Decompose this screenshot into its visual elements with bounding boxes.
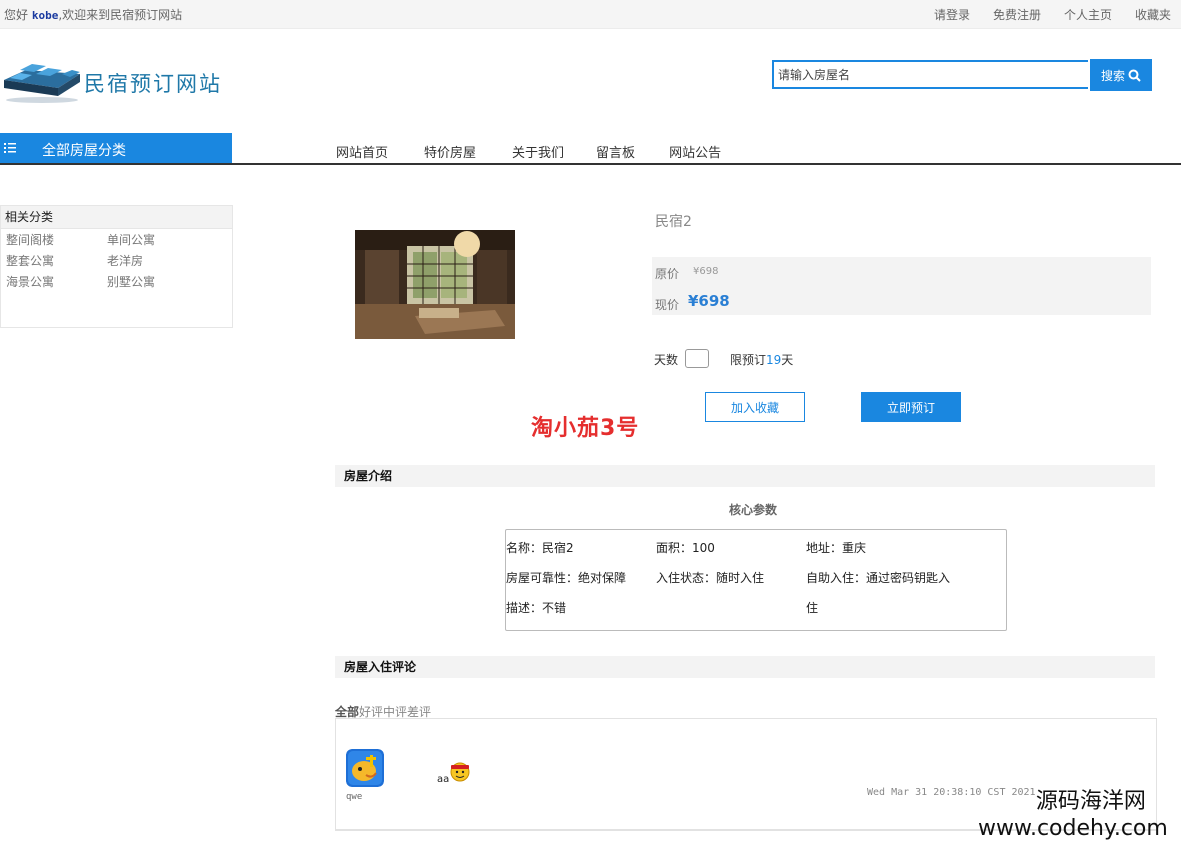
main-nav: 网站首页 特价房屋 关于我们 留言板 网站公告 [336, 142, 721, 161]
book-now-button[interactable]: 立即预订 [861, 392, 961, 422]
search-button-label: 搜索 [1100, 68, 1125, 83]
review-text: aa [437, 774, 450, 785]
param-status: 入住状态：随时入住 [656, 571, 765, 585]
related-categories: 相关分类 整间阁楼 单间公寓 整套公寓 老洋房 海景公寓 别墅公寓 [0, 205, 233, 328]
core-params-table: 名称：民宿2 面积：100 地址：重庆 房屋可靠性：绝对保障 入住状态：随时入住… [505, 529, 1007, 631]
greeting: 您好 kobe,欢迎来到民宿预订网站 [4, 6, 182, 23]
favorites-link[interactable]: 收藏夹 [1135, 6, 1171, 23]
filter-good[interactable]: 好评 [359, 705, 383, 719]
nav-divider [0, 163, 1181, 165]
category-link[interactable]: 海景公寓 [6, 273, 107, 290]
avatar[interactable] [346, 749, 384, 787]
filter-all[interactable]: 全部 [335, 705, 359, 719]
search-input[interactable] [772, 60, 1088, 89]
limit-suffix: 天 [781, 353, 794, 367]
user-avatar-icon [346, 749, 384, 787]
reviews-heading: 房屋入住评论 [335, 656, 1155, 678]
price-box: 原价 ¥698 现价 ¥698 [652, 257, 1151, 315]
category-link[interactable]: 整套公寓 [6, 252, 107, 269]
param-self-checkin-wrap: 住 [806, 601, 819, 615]
site-watermark: 源码海洋网 www.codehy.com [978, 788, 1168, 842]
room-interior-image [355, 230, 515, 339]
house-name: 民宿2 [655, 214, 692, 230]
register-link[interactable]: 免费注册 [993, 6, 1041, 23]
watermark-cn: 源码海洋网 [1035, 789, 1146, 814]
greeting-suffix: ,欢迎来到民宿预订网站 [58, 8, 183, 22]
house-intro-heading: 房屋介绍 [335, 465, 1155, 487]
watermark-en: www.codehy.com [978, 816, 1168, 841]
current-price: ¥698 [688, 292, 730, 310]
smiley-emoji-icon [450, 762, 470, 782]
search-icon [1128, 69, 1141, 82]
param-address: 地址：重庆 [806, 541, 867, 555]
original-price: ¥698 [693, 266, 719, 277]
filter-neutral[interactable]: 中评 [383, 705, 407, 719]
param-self-checkin: 自助入住：通过密码钥匙入 [806, 571, 951, 585]
all-categories-label: 全部房屋分类 [42, 143, 126, 159]
category-link[interactable]: 单间公寓 [107, 231, 207, 248]
nav-about[interactable]: 关于我们 [512, 142, 564, 161]
logo-blocks-icon [4, 64, 80, 103]
original-price-label: 原价 [655, 267, 680, 281]
profile-link[interactable]: 个人主页 [1064, 6, 1112, 23]
param-area: 面积：100 [656, 541, 715, 555]
category-link[interactable]: 整间阁楼 [6, 231, 107, 248]
login-link[interactable]: 请登录 [934, 6, 970, 23]
username: kobe [31, 9, 59, 22]
review-username: qwe [346, 792, 363, 802]
param-reliability: 房屋可靠性：绝对保障 [506, 571, 627, 585]
list-icon [4, 143, 16, 153]
category-link[interactable]: 别墅公寓 [107, 273, 207, 290]
overlay-watermark-text: 淘小茄3号 [531, 416, 640, 441]
filter-bad[interactable]: 差评 [407, 705, 431, 719]
nav-announcements[interactable]: 网站公告 [669, 142, 721, 161]
logo-text: 民宿预订网站 [84, 72, 222, 96]
category-link[interactable]: 老洋房 [107, 252, 207, 269]
top-links: 请登录 免费注册 个人主页 收藏夹 [934, 6, 1171, 23]
param-desc: 描述：不错 [506, 601, 567, 615]
nav-specials[interactable]: 特价房屋 [424, 142, 476, 161]
limit-days: 19 [766, 353, 782, 367]
nav-home[interactable]: 网站首页 [336, 142, 388, 161]
all-categories-bar[interactable]: 全部房屋分类 [0, 133, 232, 163]
days-label: 天数 [654, 353, 679, 367]
top-bar: 您好 kobe,欢迎来到民宿预订网站 请登录 免费注册 个人主页 收藏夹 [0, 0, 1181, 29]
param-name: 名称：民宿2 [506, 541, 574, 555]
search-button[interactable]: 搜索 [1090, 59, 1152, 91]
booking-limit: 限预订19天 [730, 351, 793, 368]
related-categories-title: 相关分类 [1, 206, 232, 229]
related-categories-list: 整间阁楼 单间公寓 整套公寓 老洋房 海景公寓 别墅公寓 [6, 231, 207, 290]
site-logo[interactable]: 民宿预订网站 [2, 58, 238, 106]
core-params-title: 核心参数 [729, 503, 778, 517]
limit-prefix: 限预订 [730, 353, 767, 367]
add-favorite-button[interactable]: 加入收藏 [705, 392, 805, 422]
house-photo[interactable] [355, 230, 515, 339]
days-input[interactable] [685, 349, 709, 368]
current-price-label: 现价 [655, 298, 680, 312]
nav-guestbook[interactable]: 留言板 [596, 142, 635, 161]
greeting-prefix: 您好 [4, 8, 29, 22]
